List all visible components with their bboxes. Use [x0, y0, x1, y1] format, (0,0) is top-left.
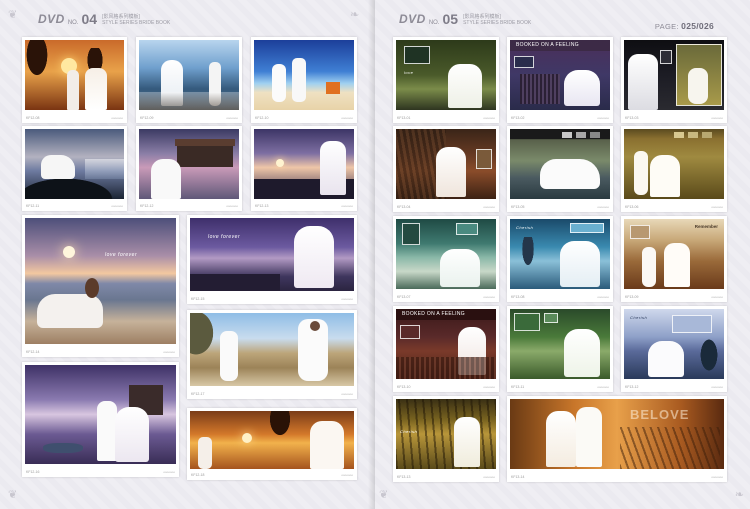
template-thumbnail: Cherish [624, 309, 724, 379]
template-card[interactable]: love forever KF12-14 ooooooo [22, 215, 179, 357]
template-thumbnail [139, 40, 239, 110]
series-number: 04 [81, 11, 98, 27]
template-card[interactable]: love forever KF12-15 ooooooo [187, 215, 357, 304]
template-thumbnail: BELOVE [510, 399, 724, 469]
template-card[interactable]: KF12-18 ooooooo [187, 408, 357, 480]
template-thumbnail [25, 129, 124, 199]
template-thumbnail [396, 219, 496, 289]
template-thumbnail: love forever [190, 218, 354, 291]
template-card[interactable]: love KF13-01 ooooooo [393, 37, 499, 123]
template-thumbnail [396, 129, 496, 199]
template-card[interactable]: KF12-09 ooooooo [136, 37, 242, 123]
template-thumbnail: Cherish [396, 399, 496, 469]
template-thumbnail [254, 129, 354, 199]
template-card[interactable]: Cherish KF13-13 ooooooo [393, 396, 499, 482]
template-thumbnail [190, 313, 354, 386]
template-thumbnail: BOOKED ON A FEELING [396, 309, 496, 379]
template-card[interactable]: KF13-06 ooooooo [621, 126, 727, 212]
template-thumbnail: BOOKED ON A FEELING [510, 40, 610, 110]
template-thumbnail [190, 411, 354, 469]
template-thumbnail [25, 365, 176, 464]
left-page: DVD NO. 04 [影风格系列模板] STYLE SERIES BRIDE … [0, 0, 375, 509]
template-card[interactable]: KF13-03 ooooooo [621, 37, 727, 123]
template-card[interactable]: KF12-11 ooooooo [22, 126, 127, 211]
template-card[interactable]: KF13-05 ooooooo [507, 126, 613, 212]
template-thumbnail: Cherish [510, 219, 610, 289]
template-card[interactable]: BELOVE KF13-14 ooooooo [507, 396, 727, 482]
album-spread: DVD NO. 04 [影风格系列模板] STYLE SERIES BRIDE … [0, 0, 750, 509]
template-card[interactable]: KF12-17 ooooooo [187, 310, 357, 399]
dvd-logo: DVD [38, 12, 65, 26]
template-card[interactable]: Cherish KF13-12 ooooooo [621, 306, 727, 392]
corner-flourish-icon: ❧ [350, 9, 360, 21]
template-thumbnail [510, 309, 610, 379]
template-card[interactable]: BOOKED ON A FEELING KF13-02 ooooooo [507, 37, 613, 123]
template-card[interactable]: KF12-12 ooooooo [136, 126, 242, 211]
template-card[interactable]: KF12-08 ooooooo [22, 37, 127, 123]
left-page-header: DVD NO. 04 [影风格系列模板] STYLE SERIES BRIDE … [38, 11, 171, 27]
template-card[interactable]: KF12-16 ooooooo [22, 362, 179, 477]
right-page-header: DVD NO. 05 [影风格系列模板] STYLE SERIES BRIDE … [399, 11, 532, 27]
template-thumbnail: love forever [25, 218, 176, 344]
template-thumbnail [139, 129, 239, 199]
template-card[interactable]: KF13-04 ooooooo [393, 126, 499, 212]
series-number: 05 [442, 11, 459, 27]
corner-flourish-icon: ❧ [734, 489, 744, 501]
template-thumbnail [25, 40, 124, 110]
right-page: DVD NO. 05 [影风格系列模板] STYLE SERIES BRIDE … [375, 0, 750, 509]
template-card[interactable]: KF13-07 ooooooo [393, 216, 499, 302]
template-card[interactable]: Remember KF13-09 ooooooo [621, 216, 727, 302]
dvd-logo: DVD [399, 12, 426, 26]
template-card[interactable]: KF12-13 ooooooo [251, 126, 357, 211]
template-card[interactable]: Cherish KF13-08 ooooooo [507, 216, 613, 302]
template-thumbnail [624, 40, 724, 110]
template-thumbnail [254, 40, 354, 110]
template-thumbnail [624, 129, 724, 199]
template-thumbnail: love [396, 40, 496, 110]
template-thumbnail [510, 129, 610, 199]
template-thumbnail: Remember [624, 219, 724, 289]
corner-flourish-icon: ❦ [8, 9, 18, 21]
corner-flourish-icon: ❦ [8, 489, 18, 501]
corner-flourish-icon: ❦ [379, 489, 389, 501]
template-card[interactable]: BOOKED ON A FEELING KF13-10 ooooooo [393, 306, 499, 392]
page-number: PAGE: 025/026 [654, 21, 714, 31]
template-card[interactable]: KF12-10 ooooooo [251, 37, 357, 123]
template-card[interactable]: KF13-11 ooooooo [507, 306, 613, 392]
